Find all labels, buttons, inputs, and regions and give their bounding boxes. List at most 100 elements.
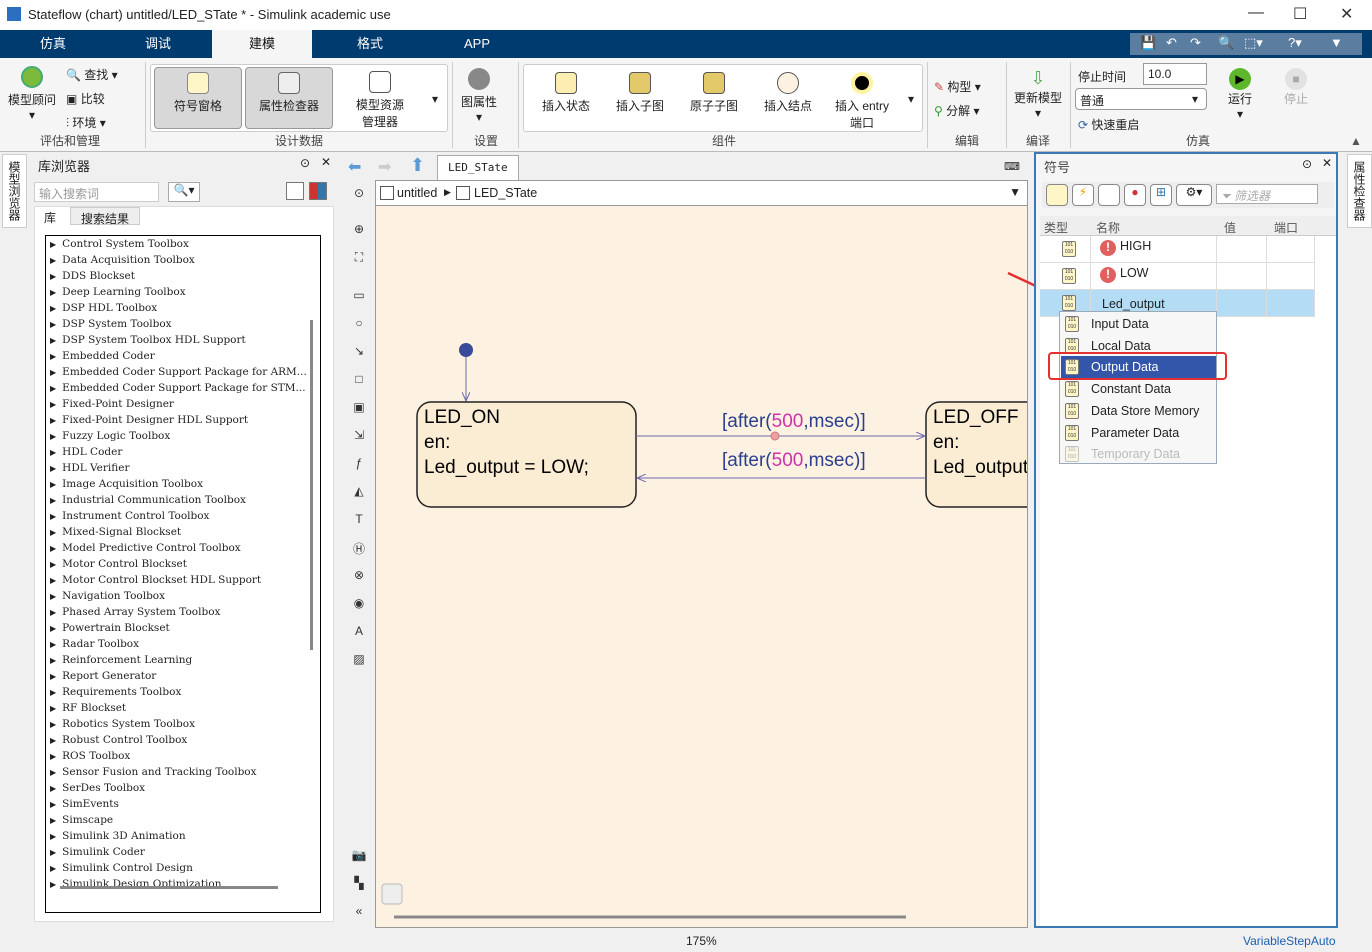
library-item[interactable]: DSP System Toolbox HDL Support: [46, 332, 320, 348]
tab-simulation[interactable]: 仿真: [3, 30, 103, 58]
insert-state-button[interactable]: 插入状态: [536, 72, 596, 114]
transition-label-2[interactable]: [after(500,msec)]: [722, 450, 866, 471]
model-advisor-button[interactable]: 模型顾问 ▾: [6, 66, 58, 122]
environment-button[interactable]: ⫶ 环境 ▾: [66, 114, 106, 131]
exit-junction-icon[interactable]: ⊗: [351, 568, 367, 584]
tab-modeling[interactable]: 建模: [212, 30, 312, 58]
col-value[interactable]: 值: [1224, 219, 1236, 236]
simulation-mode-select[interactable]: 普通 ▾: [1075, 88, 1207, 110]
close-icon[interactable]: ✕: [321, 155, 331, 169]
history-junction-icon[interactable]: Ⓗ: [351, 540, 367, 556]
library-item[interactable]: Simulink Control Design: [46, 860, 320, 876]
hide-icon[interactable]: ⊙: [351, 186, 367, 202]
chart-properties-button[interactable]: 图属性 ▾: [458, 68, 500, 124]
maximize-button[interactable]: ☐: [1293, 4, 1307, 24]
library-item[interactable]: Simscape: [46, 812, 320, 828]
add-event-icon[interactable]: ⚡: [1072, 184, 1094, 206]
tab-format[interactable]: 格式: [320, 30, 420, 58]
library-item[interactable]: Reinforcement Learning: [46, 652, 320, 668]
tab-search-results[interactable]: 搜索结果: [70, 207, 140, 226]
close-icon[interactable]: ✕: [1322, 156, 1332, 170]
library-search-input[interactable]: 输入搜索词: [34, 182, 159, 202]
library-item[interactable]: RF Blockset: [46, 700, 320, 716]
breadcrumb-chart[interactable]: LED_STate: [474, 186, 537, 200]
editor-tab[interactable]: LED_STate: [437, 155, 519, 180]
minimize-button[interactable]: —: [1248, 4, 1264, 22]
library-item[interactable]: SimEvents: [46, 796, 320, 812]
library-item[interactable]: Model Predictive Control Toolbox: [46, 540, 320, 556]
library-item[interactable]: Deep Learning Toolbox: [46, 284, 320, 300]
breadcrumb-dropdown[interactable]: ▼: [1009, 185, 1021, 199]
transition-label-1[interactable]: [after(500,msec)]: [722, 411, 866, 432]
library-item[interactable]: Simulink 3D Animation: [46, 828, 320, 844]
library-item[interactable]: Radar Toolbox: [46, 636, 320, 652]
add-message-icon[interactable]: [1098, 184, 1120, 206]
library-item[interactable]: HDL Verifier: [46, 460, 320, 476]
col-port[interactable]: 端口: [1274, 219, 1298, 236]
library-item[interactable]: Report Generator: [46, 668, 320, 684]
library-item[interactable]: Robust Control Toolbox: [46, 732, 320, 748]
tab-debug[interactable]: 调试: [108, 30, 208, 58]
image-icon[interactable]: ▨: [351, 652, 367, 668]
model-explorer-button[interactable]: 模型资源 管理器: [340, 71, 420, 130]
box-tool-icon[interactable]: □: [351, 372, 367, 388]
function-tool-icon[interactable]: ƒ: [351, 456, 367, 472]
menu-item-data-store-memory[interactable]: 101 010 Data Store Memory: [1061, 400, 1216, 422]
back-button[interactable]: ⬅: [348, 157, 361, 177]
col-name[interactable]: 名称: [1096, 219, 1120, 236]
annotation-icon[interactable]: A: [351, 624, 367, 640]
library-item[interactable]: Embedded Coder: [46, 348, 320, 364]
junction-tool-icon[interactable]: ○: [351, 316, 367, 332]
menu-item-input-data[interactable]: 101 010 Input Data: [1061, 313, 1216, 335]
library-item[interactable]: Image Acquisition Toolbox: [46, 476, 320, 492]
design-gallery-more[interactable]: ▾: [432, 92, 438, 106]
library-item[interactable]: Simulink Design Optimization: [46, 876, 320, 892]
transition-tool-icon[interactable]: ↘: [351, 344, 367, 360]
menu-icon[interactable]: ⊙: [1302, 157, 1312, 171]
pattern-button[interactable]: ✎ 构型 ▾: [934, 78, 981, 95]
subchart-tool-icon[interactable]: ▣: [351, 400, 367, 416]
save-icon[interactable]: 💾: [1140, 35, 1156, 51]
library-item[interactable]: Mixed-Signal Blockset: [46, 524, 320, 540]
tab-library[interactable]: 库: [44, 209, 56, 226]
redo-icon[interactable]: ↷: [1190, 35, 1201, 51]
data-icon[interactable]: 101 010: [1062, 295, 1076, 311]
insert-junction-button[interactable]: 插入结点: [758, 72, 818, 114]
solver-link[interactable]: VariableStepAuto: [1243, 934, 1336, 948]
library-item[interactable]: Data Acquisition Toolbox: [46, 252, 320, 268]
decompose-button[interactable]: ⚲ 分解 ▾: [934, 102, 980, 119]
default-transition-icon[interactable]: ◉: [351, 596, 367, 612]
library-item[interactable]: Requirements Toolbox: [46, 684, 320, 700]
components-gallery-more[interactable]: ▾: [908, 92, 914, 106]
search-options-icon[interactable]: 🔍▾: [168, 182, 200, 202]
library-item[interactable]: SerDes Toolbox: [46, 780, 320, 796]
library-item[interactable]: Phased Array System Toolbox: [46, 604, 320, 620]
find-button[interactable]: 🔍 查找 ▾: [66, 66, 118, 83]
library-item[interactable]: DSP System Toolbox: [46, 316, 320, 332]
library-item[interactable]: Motor Control Blockset HDL Support: [46, 572, 320, 588]
library-item[interactable]: Instrument Control Toolbox: [46, 508, 320, 524]
fast-restart-button[interactable]: ⟳ 快速重启: [1078, 116, 1139, 133]
menu-item-parameter-data[interactable]: 101 010 Parameter Data: [1061, 422, 1216, 444]
symbols-pane-button[interactable]: 符号窗格: [154, 67, 242, 129]
resolve-icon[interactable]: ●: [1124, 184, 1146, 206]
update-model-button[interactable]: ⇩ 更新模型 ▾: [1012, 68, 1064, 120]
library-item[interactable]: Embedded Coder Support Package for STM..…: [46, 380, 320, 396]
library-item[interactable]: Powertrain Blockset: [46, 620, 320, 636]
menu-item-constant-data[interactable]: 101 010 Constant Data: [1061, 378, 1216, 400]
search-icon[interactable]: 🔍: [1218, 35, 1234, 51]
stop-button[interactable]: ■ 停止: [1278, 68, 1314, 107]
transition-handle[interactable]: [770, 431, 780, 441]
shortcut-icon[interactable]: ⬚▾: [1244, 35, 1263, 51]
library-item[interactable]: Industrial Communication Toolbox: [46, 492, 320, 508]
library-item[interactable]: Embedded Coder Support Package for ARM..…: [46, 364, 320, 380]
collapse-icon[interactable]: ▼: [1330, 35, 1343, 50]
up-button[interactable]: ⬆: [410, 155, 425, 176]
horizontal-scrollbar[interactable]: [60, 886, 278, 889]
close-button[interactable]: ✕: [1340, 4, 1353, 24]
library-item[interactable]: Motor Control Blockset: [46, 556, 320, 572]
add-data-icon[interactable]: [1046, 184, 1068, 206]
filter-input[interactable]: ⏷ 筛选器: [1216, 184, 1318, 204]
library-item[interactable]: DDS Blockset: [46, 268, 320, 284]
library-item[interactable]: Robotics System Toolbox: [46, 716, 320, 732]
